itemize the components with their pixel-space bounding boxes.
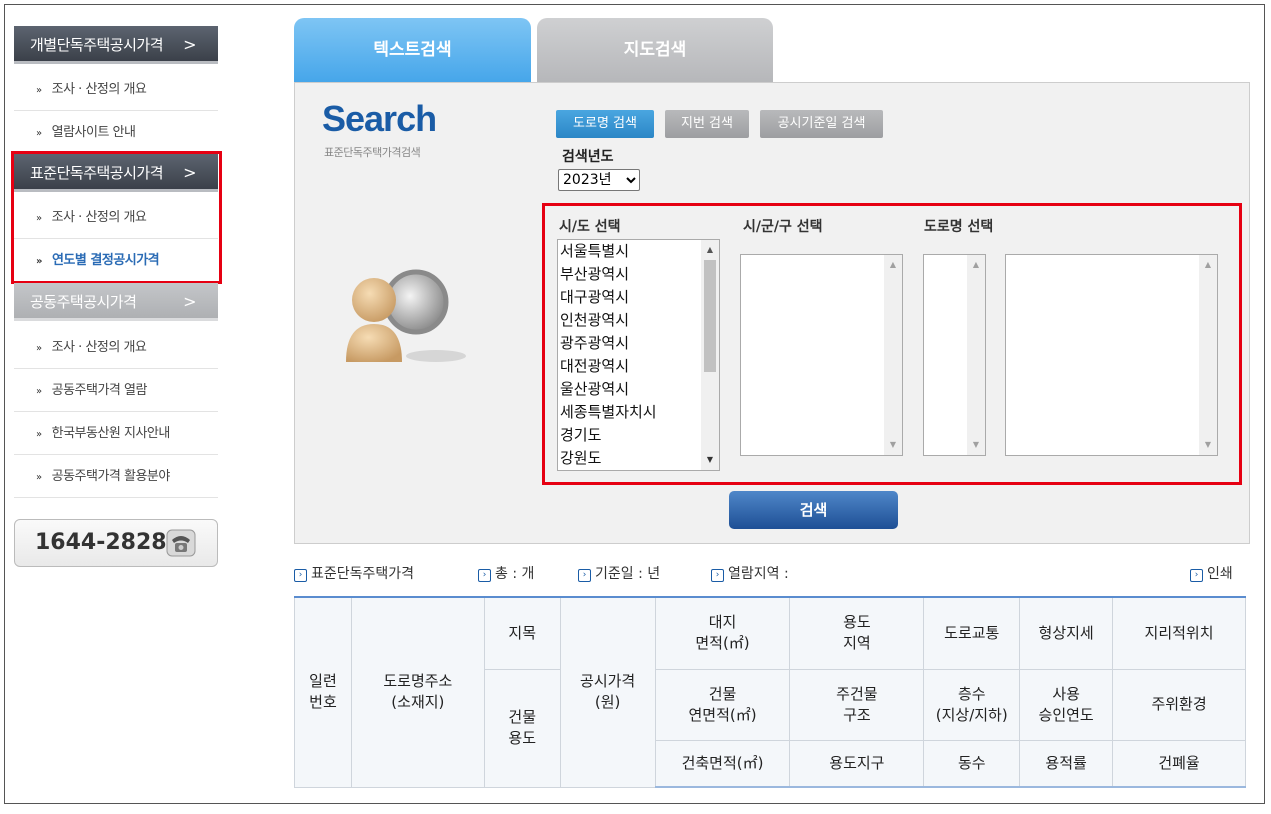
header-building-area: 건축면적(㎡) [654, 739, 791, 788]
sidebar-item-viewing-site[interactable]: » 열람사이트 안내 [14, 111, 218, 154]
box-arrow-icon: › [711, 569, 724, 582]
sidebar-header-label: 개별단독주택공시가격 [30, 36, 164, 54]
sidebar-item-label: 공동주택가격 활용분야 [51, 469, 171, 484]
header-address: 도로명주소 (소재지) [350, 596, 485, 788]
base-date-search-button[interactable]: 공시기준일 검색 [760, 110, 883, 138]
double-chevron-icon: » [36, 472, 42, 483]
info-base-date: › 기준일 : 년 [578, 563, 660, 583]
highlight-box-sidebar [11, 151, 222, 284]
info-category: › 표준단독주택가격 [294, 563, 414, 583]
chevron-right-icon: > [183, 292, 196, 311]
highlight-box-selectors [542, 203, 1242, 485]
search-logo-title: Search [322, 98, 437, 139]
info-area-label: 열람지역 : [728, 566, 789, 582]
header-shape: 형상지세 [1019, 596, 1114, 670]
tab-text-search[interactable]: 텍스트검색 [294, 18, 531, 82]
header-location: 지리적위치 [1112, 596, 1246, 670]
sidebar-header-individual-price[interactable]: 개별단독주택공시가격 > [14, 26, 218, 64]
header-land-area: 대지 면적(㎡) [654, 596, 791, 670]
header-price: 공시가격 (원) [559, 596, 656, 788]
sidebar-item-label: 공동주택가격 열람 [51, 383, 148, 398]
info-category-label: 표준단독주택가격 [311, 566, 415, 582]
double-chevron-icon: » [36, 386, 42, 397]
user-magnifier-icon [346, 269, 466, 362]
header-bcr: 건폐율 [1112, 739, 1246, 788]
header-far: 용적률 [1019, 739, 1114, 788]
header-building-use: 건물 용도 [483, 668, 561, 788]
chevron-right-icon: > [183, 35, 196, 54]
sidebar-item-label: 조사 · 산정의 개요 [51, 82, 147, 97]
result-table: 일련 번호 도로명주소 (소재지) 지목 공시가격 (원) 대지 면적(㎡) 용… [294, 596, 1246, 788]
box-arrow-icon: › [294, 569, 307, 582]
header-floor-area: 건물 연면적(㎡) [654, 668, 791, 741]
lot-number-search-button[interactable]: 지번 검색 [665, 110, 749, 138]
header-district: 용도지구 [789, 739, 925, 788]
box-arrow-icon: › [1190, 569, 1203, 582]
info-total-label: 총 : 개 [495, 566, 535, 582]
box-arrow-icon: › [578, 569, 591, 582]
sidebar-item-label: 한국부동산원 지사안내 [51, 426, 171, 441]
header-buildings: 동수 [923, 739, 1021, 788]
phone-number-banner: 1644-2828 [14, 519, 218, 567]
search-year-select[interactable]: 2023년 [558, 169, 640, 191]
header-approval-year: 사용 승인연도 [1019, 668, 1114, 741]
tab-map-search[interactable]: 지도검색 [537, 18, 773, 82]
header-serial: 일련 번호 [294, 596, 352, 788]
print-link[interactable]: › 인쇄 [1190, 563, 1233, 583]
info-base-date-label: 기준일 : 년 [595, 566, 661, 582]
header-environment: 주위환경 [1112, 668, 1246, 741]
sidebar-item-label: 조사 · 산정의 개요 [51, 340, 147, 355]
info-area: › 열람지역 : [711, 563, 789, 583]
search-year-label: 검색년도 [562, 149, 614, 165]
double-chevron-icon: » [36, 128, 42, 139]
search-button[interactable]: 검색 [729, 491, 898, 529]
box-arrow-icon: › [478, 569, 491, 582]
sidebar-item-usage-field[interactable]: » 공동주택가격 활용분야 [14, 455, 218, 498]
header-zoning: 용도 지역 [789, 596, 925, 670]
sidebar-item-survey-overview-3[interactable]: » 조사 · 산정의 개요 [14, 326, 218, 369]
header-road: 도로교통 [923, 596, 1021, 670]
info-total: › 총 : 개 [478, 563, 534, 583]
double-chevron-icon: » [36, 85, 42, 96]
header-structure: 주건물 구조 [789, 668, 925, 741]
sidebar-item-apartment-viewing[interactable]: » 공동주택가격 열람 [14, 369, 218, 412]
header-land-category: 지목 [483, 596, 561, 670]
sidebar-header-apartment-price[interactable]: 공동주택공시가격 > [14, 283, 218, 321]
print-label: 인쇄 [1207, 566, 1233, 582]
sidebar-item-label: 열람사이트 안내 [51, 125, 136, 140]
sidebar-header-label: 공동주택공시가격 [30, 293, 137, 311]
double-chevron-icon: » [36, 429, 42, 440]
phone-number: 1644-2828 [35, 530, 167, 555]
double-chevron-icon: » [36, 343, 42, 354]
sidebar-item-branch-info[interactable]: » 한국부동산원 지사안내 [14, 412, 218, 455]
search-logo-subtitle: 표준단독주택가격검색 [324, 146, 421, 159]
sidebar-item-survey-overview-1[interactable]: » 조사 · 산정의 개요 [14, 68, 218, 111]
header-floors: 층수 (지상/지하) [923, 668, 1021, 741]
telephone-icon [166, 529, 196, 557]
road-name-search-button[interactable]: 도로명 검색 [556, 110, 654, 138]
